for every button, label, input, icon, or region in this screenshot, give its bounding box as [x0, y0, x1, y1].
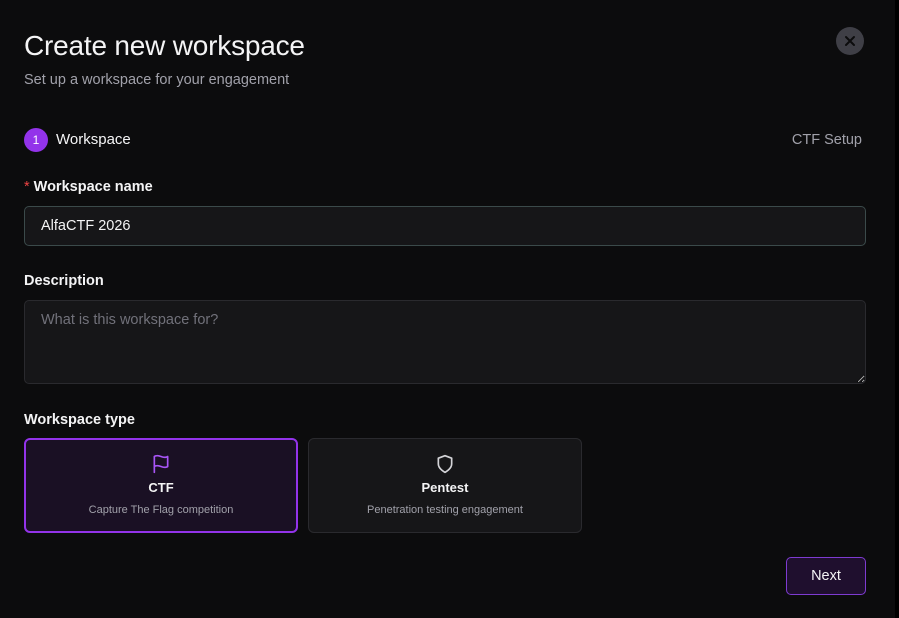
type-option-title: Pentest — [421, 480, 469, 495]
dialog-subtitle: Set up a workspace for your engagement — [24, 72, 290, 88]
step-label-next: CTF Setup — [791, 132, 862, 148]
create-workspace-dialog: Create new workspace Set up a workspace … — [0, 0, 897, 618]
required-marker: * — [24, 179, 30, 195]
type-option-title: CTF — [148, 480, 174, 495]
step-number-badge: 1 — [24, 128, 48, 152]
step-label-current: Workspace — [56, 131, 131, 148]
workspace-type-label: Workspace type — [24, 412, 135, 428]
workspace-name-label-text: Workspace name — [33, 179, 153, 195]
close-button[interactable] — [836, 27, 864, 55]
flag-icon — [151, 453, 171, 475]
next-button[interactable]: Next — [786, 557, 866, 595]
type-option-description: Penetration testing engagement — [367, 504, 523, 516]
type-option-description: Capture The Flag competition — [88, 504, 234, 516]
workspace-name-label: * Workspace name — [24, 178, 153, 196]
description-textarea[interactable] — [24, 300, 866, 384]
shield-icon — [435, 453, 455, 475]
type-option-ctf[interactable]: CTF Capture The Flag competition — [24, 438, 298, 533]
dialog-title: Create new workspace — [24, 30, 305, 61]
type-option-pentest[interactable]: Pentest Penetration testing engagement — [308, 438, 582, 533]
description-label: Description — [24, 273, 104, 289]
workspace-name-input[interactable] — [24, 206, 866, 246]
x-icon — [845, 36, 855, 46]
